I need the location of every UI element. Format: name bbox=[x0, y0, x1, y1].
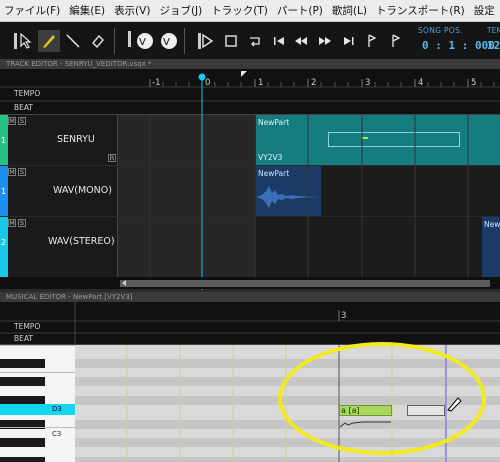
menu-transport[interactable]: トランスポート(R) bbox=[376, 3, 465, 18]
toolbar-separator bbox=[184, 28, 185, 54]
menu-lyrics[interactable]: 歌詞(L) bbox=[332, 3, 367, 18]
menu-job[interactable]: ジョブ(J) bbox=[159, 3, 202, 18]
menu-edit[interactable]: 編集(E) bbox=[69, 3, 105, 18]
svg-text:V: V bbox=[163, 37, 170, 48]
black-key[interactable] bbox=[0, 377, 45, 386]
key-label-c3: C3 bbox=[52, 430, 62, 438]
fast-forward-icon[interactable] bbox=[314, 30, 336, 52]
beat-lane-label: BEAT bbox=[14, 103, 34, 112]
bar-number: -1 bbox=[152, 78, 161, 88]
black-key[interactable] bbox=[0, 359, 45, 368]
loop-icon[interactable] bbox=[244, 30, 266, 52]
tempo-lane-label: TEMPO bbox=[14, 322, 41, 331]
menu-file[interactable]: ファイル(F) bbox=[4, 3, 60, 18]
arrow-tool-icon[interactable] bbox=[16, 30, 38, 52]
bar-number: 3 bbox=[341, 311, 347, 321]
musical-ruler[interactable]: 3 TEMPO BEAT bbox=[0, 302, 500, 345]
pencil-tool-icon[interactable] bbox=[38, 30, 60, 52]
key-divider bbox=[0, 427, 75, 428]
ruler-grid bbox=[0, 71, 500, 102]
toolbar-separator bbox=[114, 28, 115, 54]
black-key[interactable] bbox=[0, 438, 45, 447]
menu-view[interactable]: 表示(V) bbox=[114, 3, 150, 18]
line-tool-icon[interactable] bbox=[62, 30, 84, 52]
bar-number: 4 bbox=[418, 78, 424, 88]
bar-number: 2 bbox=[311, 78, 317, 88]
bar-number: 5 bbox=[471, 78, 477, 88]
svg-text:V: V bbox=[139, 37, 146, 48]
playhead[interactable] bbox=[196, 72, 208, 290]
key-label-d3: D3 bbox=[52, 405, 62, 413]
tempo-label: TEM bbox=[487, 26, 500, 35]
beat-lane-label: BEAT bbox=[14, 334, 34, 343]
play-icon[interactable] bbox=[196, 30, 218, 52]
bar-number: 1 bbox=[258, 78, 264, 88]
key-divider bbox=[0, 372, 75, 373]
vocal-remove-icon[interactable]: V bbox=[156, 28, 178, 50]
key-divider bbox=[0, 345, 75, 346]
marker-start-icon[interactable] bbox=[362, 30, 384, 52]
track-ruler[interactable]: -1 0 1 2 3 4 5 TEMPO BEAT bbox=[0, 69, 500, 115]
menu-track[interactable]: トラック(T) bbox=[211, 3, 268, 18]
scrollbar-thumb[interactable] bbox=[120, 280, 490, 287]
musical-ruler-grid bbox=[0, 302, 500, 345]
tempo-value[interactable]: 12 bbox=[487, 39, 500, 52]
tempo-lane-label: TEMPO bbox=[14, 89, 41, 98]
black-key[interactable] bbox=[0, 457, 45, 462]
scroll-left-arrow-icon[interactable] bbox=[120, 279, 128, 287]
vocal-add-icon[interactable]: V bbox=[132, 28, 154, 50]
menu-bar: ファイル(F) 編集(E) 表示(V) ジョブ(J) トラック(T) パート(P… bbox=[0, 0, 500, 22]
key-d3-highlighted[interactable] bbox=[0, 404, 75, 415]
eraser-tool-icon[interactable] bbox=[86, 30, 108, 52]
track-editor-title: TRACK EDITOR - SENRYU_VEDITOR.vsqx * bbox=[6, 60, 152, 68]
rewind-icon[interactable] bbox=[290, 30, 312, 52]
musical-editor-title: MUSICAL EDITOR - NewPart [VY2V3] bbox=[6, 293, 133, 301]
song-position-label: SONG POS. bbox=[418, 26, 463, 35]
track-grid-lines bbox=[149, 115, 469, 277]
menu-settings[interactable]: 設定 bbox=[474, 3, 495, 18]
bar-number: 3 bbox=[365, 78, 371, 88]
menu-part[interactable]: パート(P) bbox=[277, 3, 323, 18]
marker-end-icon[interactable] bbox=[386, 30, 408, 52]
app-window: ファイル(F) 編集(E) 表示(V) ジョブ(J) トラック(T) パート(P… bbox=[0, 0, 500, 462]
forward-to-end-icon[interactable] bbox=[338, 30, 360, 52]
stop-icon[interactable] bbox=[220, 30, 242, 52]
highlight-circle bbox=[278, 342, 486, 455]
rewind-to-start-icon[interactable] bbox=[268, 30, 290, 52]
song-position-value[interactable]: 0 : 1 : 000 bbox=[422, 39, 495, 52]
